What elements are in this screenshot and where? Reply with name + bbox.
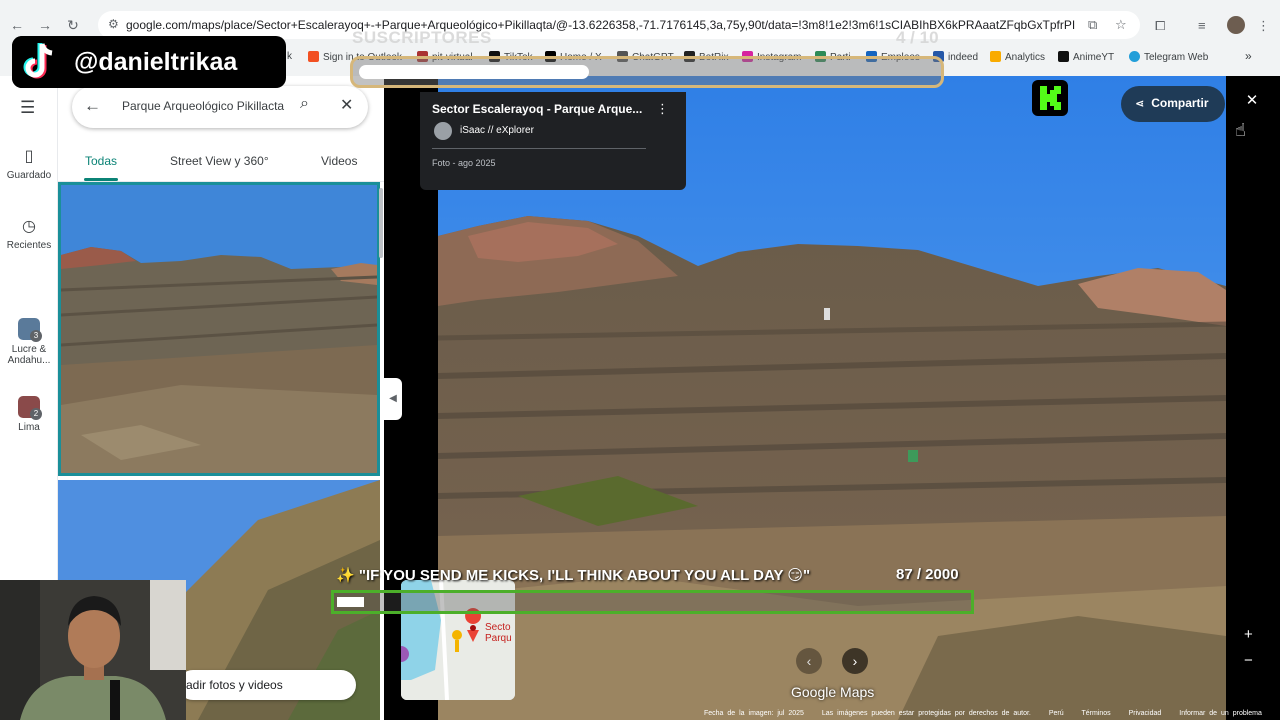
add-photos-button[interactable]: adir fotos y videos: [178, 670, 356, 700]
scrollbar[interactable]: [379, 188, 383, 258]
back-arrow-icon[interactable]: ←: [84, 96, 101, 116]
next-photo-button[interactable]: ›: [842, 648, 868, 674]
chat-goal-fill: [337, 597, 364, 607]
bookmark-item[interactable]: Telegram Web: [1129, 51, 1208, 63]
menu-icon[interactable]: ☰: [20, 98, 35, 118]
photo-title: Sector Escalerayoq - Parque Arque...: [432, 102, 642, 116]
terms-link[interactable]: Términos: [1081, 710, 1110, 717]
close-icon[interactable]: ✕: [340, 95, 353, 115]
rail-item-lucre[interactable]: 3 Lucre & Andahu...: [0, 318, 58, 366]
rail-item-recent[interactable]: ◷ Recientes: [0, 216, 58, 251]
terraced-hill-photo: [61, 185, 377, 473]
close-viewer-icon[interactable]: ✕: [1241, 90, 1263, 112]
subscribers-goal-fill: [359, 65, 589, 79]
streamer-camera-image: [0, 580, 186, 720]
media-controls-icon[interactable]: ≡: [1198, 18, 1206, 33]
count-badge: 3: [30, 330, 42, 342]
more-bookmarks-icon[interactable]: »: [1245, 49, 1252, 63]
animeyt-icon: [1058, 51, 1069, 62]
count-badge: 2: [30, 408, 42, 420]
bookmark-item[interactable]: AnimeYT: [1058, 51, 1114, 63]
history-icon: ◷: [22, 218, 36, 235]
analytics-icon: [990, 51, 1001, 62]
profile-avatar[interactable]: [1227, 16, 1245, 34]
bookmark-item[interactable]: k: [287, 51, 292, 62]
rail-item-label: Lucre & Andahu...: [7, 344, 51, 366]
tab-street-view[interactable]: Street View y 360°: [170, 154, 269, 168]
rail-item-lima[interactable]: 2 Lima: [0, 396, 58, 433]
zoom-in-button[interactable]: +: [1244, 626, 1253, 643]
forward-arrow-icon[interactable]: →: [36, 16, 54, 34]
author-avatar[interactable]: [434, 122, 452, 140]
collapse-panel-button[interactable]: ◀: [384, 378, 402, 420]
photo-date: Foto - ago 2025: [432, 158, 496, 168]
photo-thumbnail-selected[interactable]: [58, 182, 380, 476]
webcam-feed: [0, 580, 186, 720]
divider: [432, 148, 646, 149]
privacy-link[interactable]: Privacidad: [1129, 710, 1162, 717]
hand-cursor-icon: ☝: [1235, 120, 1246, 140]
tiktok-handle: @danieltrikaa: [74, 48, 238, 76]
rail-item-label: Lima: [18, 422, 40, 433]
rail-item-saved[interactable]: ▯ Guardado: [0, 146, 58, 181]
extensions-icon[interactable]: ⧠: [1155, 18, 1165, 34]
telegram-icon: [1129, 51, 1140, 62]
place-thumbnail: 3: [18, 318, 42, 342]
share-icon: ⋖: [1135, 98, 1145, 110]
tiktok-logo-icon: [12, 36, 68, 88]
tiktok-handle-badge: @danieltrikaa: [12, 36, 286, 88]
photo-info-card: Sector Escalerayoq - Parque Arque... ⋮ i…: [420, 92, 686, 190]
tab-all[interactable]: Todas: [85, 154, 117, 168]
place-thumbnail: 2: [18, 396, 42, 420]
reload-icon[interactable]: ↻: [64, 16, 82, 34]
tiktok-note-glyph: [23, 43, 53, 79]
kick-logo-icon: [1032, 80, 1068, 116]
chat-goal-bar: [331, 590, 974, 614]
previous-photo-button[interactable]: ‹: [796, 648, 822, 674]
search-box[interactable]: ← Parque Arqueológico Pikillacta ⌕ ✕: [72, 86, 368, 128]
chat-goal-message: ✨ "IF YOU SEND ME KICKS, I'LL THINK ABOU…: [336, 567, 811, 584]
kick-k-glyph: [1040, 86, 1061, 110]
share-button[interactable]: ⋖ Compartir: [1121, 86, 1225, 122]
attribution-footer: Fecha de la imagen: jul 2025 Las imágene…: [704, 710, 1276, 717]
report-problem-link[interactable]: Informar de un problema: [1179, 710, 1262, 717]
bookmark-star-icon[interactable]: ☆: [1115, 17, 1127, 33]
rail-item-label: Recientes: [6, 240, 52, 251]
photo-viewer: ◀ Sector Escalerayoq - Parque Arque... ⋮…: [384, 76, 1280, 720]
install-app-icon[interactable]: ⧉: [1088, 17, 1097, 33]
browser-menu-icon[interactable]: ⋮: [1257, 18, 1270, 34]
search-icon[interactable]: ⌕: [300, 95, 309, 113]
subscribers-goal-title: SUSCRIPTORES: [352, 28, 492, 47]
google-maps-watermark: Google Maps: [791, 684, 875, 700]
tab-videos[interactable]: Videos: [321, 154, 357, 168]
share-label: Compartir: [1151, 96, 1209, 110]
microsoft-icon: [308, 51, 319, 62]
address-bar[interactable]: ⚙ google.com/maps/place/Sector+Escaleray…: [98, 11, 1140, 39]
bookmark-icon: ▯: [24, 148, 34, 165]
bookmark-item[interactable]: Analytics: [990, 51, 1045, 63]
rail-item-label: Guardado: [6, 170, 52, 181]
country-link[interactable]: Perú: [1049, 710, 1064, 717]
minimap-place-label: Secto Parqu: [485, 622, 512, 644]
more-options-icon[interactable]: ⋮: [656, 101, 669, 117]
site-info-icon[interactable]: ⚙: [108, 17, 119, 31]
image-date: Fecha de la imagen: jul 2025: [704, 710, 804, 717]
copyright-notice: Las imágenes pueden estar protegidas por…: [821, 710, 1031, 717]
photo-author[interactable]: iSaac // eXplorer: [460, 125, 534, 136]
subscribers-goal-count: 4 / 10: [896, 28, 939, 47]
subscribers-goal-bar: [350, 56, 944, 88]
search-input[interactable]: Parque Arqueológico Pikillacta: [122, 99, 292, 113]
chat-goal-count: 87 / 2000: [896, 566, 959, 583]
zoom-out-button[interactable]: −: [1244, 652, 1253, 669]
back-arrow-icon[interactable]: ←: [8, 16, 26, 34]
